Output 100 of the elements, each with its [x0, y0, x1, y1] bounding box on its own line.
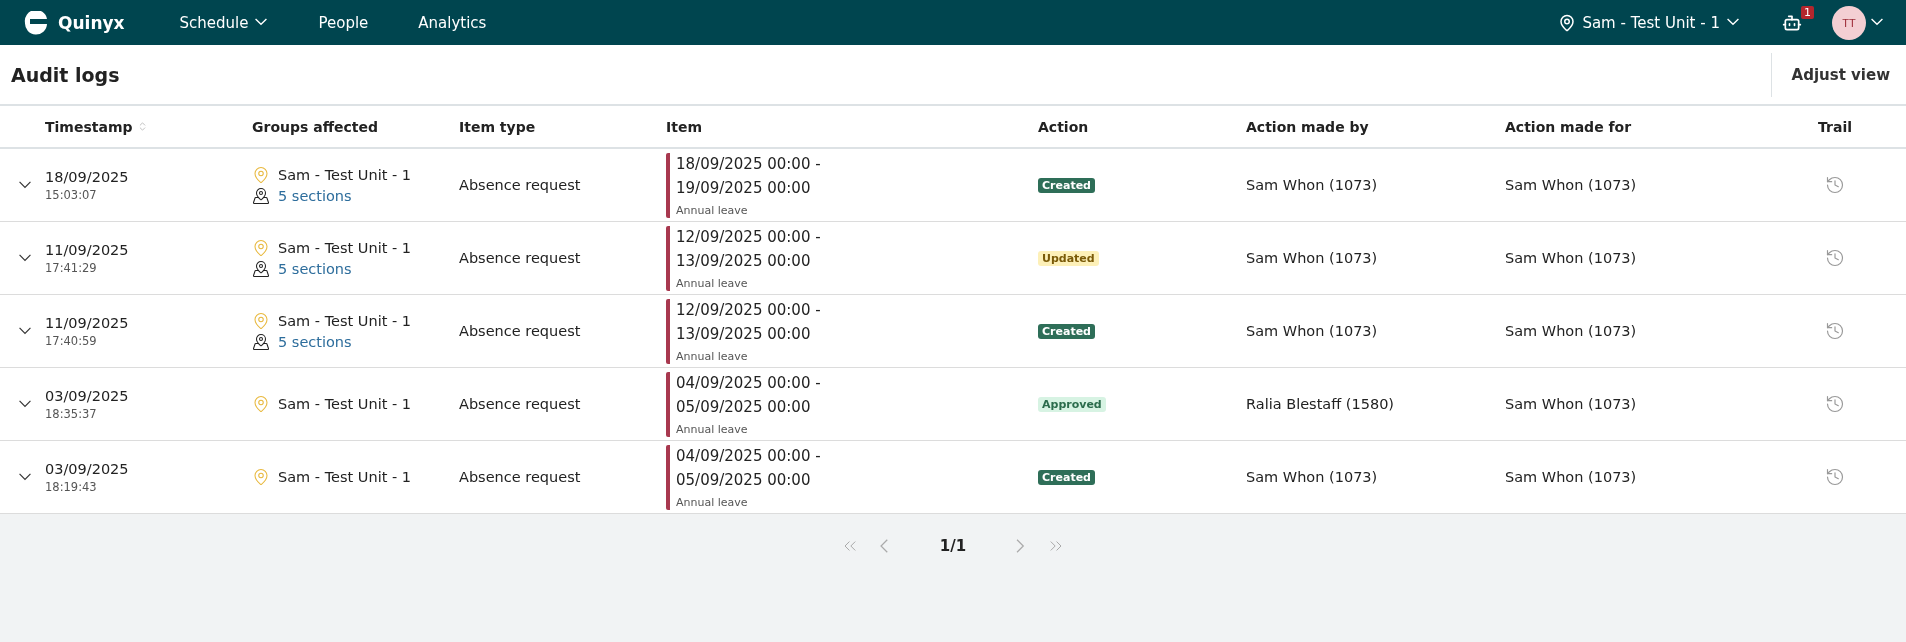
- date-range-text: 13/09/2025 00:00: [676, 252, 812, 270]
- unit-name: Sam - Test Unit - 1: [278, 469, 412, 485]
- user-menu[interactable]: TT: [1832, 5, 1884, 40]
- logo-text: Quinyx: [58, 12, 125, 33]
- map-pin-icon: [252, 311, 270, 330]
- nav-menu-item[interactable]: Analytics: [418, 9, 487, 36]
- map-pin-icon: [252, 395, 270, 413]
- column-header: Trail: [1818, 118, 1852, 135]
- chevron-down-icon: [1870, 18, 1884, 27]
- date-text: 11/09/2025: [45, 314, 130, 331]
- time-text: 17:40:59: [45, 333, 98, 348]
- date-text: 03/09/2025: [45, 387, 130, 404]
- made-for-text: Sam Whon (1073): [1505, 396, 1638, 412]
- unit-selector[interactable]: Sam - Test Unit - 1: [1558, 9, 1740, 36]
- page-title: Audit logs: [11, 63, 120, 86]
- sections-link[interactable]: 5 sections: [278, 187, 352, 204]
- map-pin-icon: [252, 259, 270, 278]
- history-button[interactable]: [1825, 394, 1845, 414]
- nav-menu-item[interactable]: Schedule: [179, 9, 269, 36]
- map-pin-icon: [252, 165, 270, 184]
- column-header: Groups affected: [252, 118, 378, 135]
- sections-link[interactable]: 5 sections: [278, 260, 352, 277]
- time-text: 15:03:07: [45, 187, 98, 202]
- made-by-text: Ralia Blestaff (1580): [1246, 396, 1396, 412]
- made-for-text: Sam Whon (1073): [1505, 469, 1638, 485]
- chevron-left-icon: [880, 538, 890, 554]
- column-header: Item: [666, 118, 702, 135]
- adjust-view-button[interactable]: Adjust view: [1770, 52, 1906, 97]
- date-text: 11/09/2025: [45, 241, 130, 258]
- history-icon: [1825, 248, 1845, 268]
- leave-type-text: Annual leave: [676, 422, 749, 436]
- date-range-text: 19/09/2025 00:00: [676, 179, 812, 197]
- unit-name: Sam - Test Unit - 1: [278, 166, 412, 183]
- column-header: Item type: [459, 118, 536, 135]
- date-range-text: 05/09/2025 00:00: [676, 471, 812, 489]
- made-by-text: Sam Whon (1073): [1246, 323, 1379, 339]
- date-text: 18/09/2025: [45, 168, 130, 185]
- chevron-down-icon: [18, 326, 32, 336]
- date-range-text: 05/09/2025 00:00: [676, 398, 812, 416]
- date-range-text: 18/09/2025 00:00 -: [676, 154, 822, 173]
- column-header: Timestamp: [45, 118, 133, 135]
- date-range-text: 12/09/2025 00:00 -: [676, 300, 822, 319]
- leave-type-text: Annual leave: [676, 495, 749, 509]
- map-pin-icon: [252, 468, 270, 486]
- column-header: Action made by: [1246, 118, 1369, 135]
- made-for-text: Sam Whon (1073): [1505, 177, 1638, 193]
- map-pin-icon: [252, 238, 270, 257]
- leave-type-text: Annual leave: [676, 276, 749, 290]
- date-range-text: 04/09/2025 00:00 -: [676, 446, 822, 465]
- date-text: 03/09/2025: [45, 460, 130, 477]
- time-text: 18:19:43: [45, 479, 98, 494]
- chevron-down-icon: [18, 180, 32, 190]
- made-by-text: Sam Whon (1073): [1246, 250, 1379, 266]
- action-tag: Created: [1038, 177, 1095, 193]
- map-pin-icon: [1558, 13, 1577, 32]
- nav-menu-item[interactable]: People: [318, 9, 369, 36]
- history-icon: [1825, 394, 1845, 414]
- item-type-text: Absence request: [459, 250, 582, 266]
- next-page-button[interactable]: [1016, 538, 1026, 554]
- item-type-text: Absence request: [459, 323, 582, 339]
- item-type-text: Absence request: [459, 396, 582, 412]
- leave-type-text: Annual leave: [676, 203, 749, 217]
- unit-name: Sam - Test Unit - 1: [278, 396, 412, 412]
- avatar: TT: [1832, 5, 1866, 40]
- chevron-down-icon: [18, 253, 32, 263]
- leave-type-text: Annual leave: [676, 349, 749, 363]
- column-header: Action made for: [1505, 118, 1632, 135]
- history-button[interactable]: [1825, 248, 1845, 268]
- chevron-right-icon: [1016, 538, 1026, 554]
- made-for-text: Sam Whon (1073): [1505, 323, 1638, 339]
- sections-link[interactable]: 5 sections: [278, 333, 352, 350]
- time-text: 18:35:37: [45, 406, 98, 421]
- time-text: 17:41:29: [45, 260, 98, 275]
- unit-name: Sam - Test Unit - 1: [278, 239, 412, 256]
- previous-page-button[interactable]: [880, 538, 890, 554]
- item-type-text: Absence request: [459, 177, 582, 193]
- map-pin-icon: [252, 186, 270, 205]
- date-range-text: 04/09/2025 00:00 -: [676, 373, 822, 392]
- unit-name: Sam - Test Unit - 1: [278, 312, 412, 329]
- chevron-down-icon: [18, 399, 32, 409]
- action-tag: Updated: [1038, 250, 1099, 266]
- history-button[interactable]: [1825, 175, 1845, 195]
- chevron-down-icon: [1726, 18, 1740, 27]
- action-tag: Created: [1038, 469, 1095, 485]
- chevron-down-icon: [18, 472, 32, 482]
- made-for-text: Sam Whon (1073): [1505, 250, 1638, 266]
- date-range-text: 12/09/2025 00:00 -: [676, 227, 822, 246]
- action-tag: Approved: [1038, 396, 1106, 412]
- notification-count: 1: [1801, 5, 1814, 19]
- column-header: Action: [1038, 118, 1089, 135]
- date-range-text: 13/09/2025 00:00: [676, 325, 812, 343]
- history-icon: [1825, 467, 1845, 487]
- action-tag: Created: [1038, 323, 1095, 339]
- logo-icon: [22, 10, 50, 35]
- history-icon: [1825, 321, 1845, 341]
- history-button[interactable]: [1825, 467, 1845, 487]
- page-indicator: 1/1: [939, 537, 967, 555]
- map-pin-icon: [252, 332, 270, 351]
- history-button[interactable]: [1825, 321, 1845, 341]
- made-by-text: Sam Whon (1073): [1246, 177, 1379, 193]
